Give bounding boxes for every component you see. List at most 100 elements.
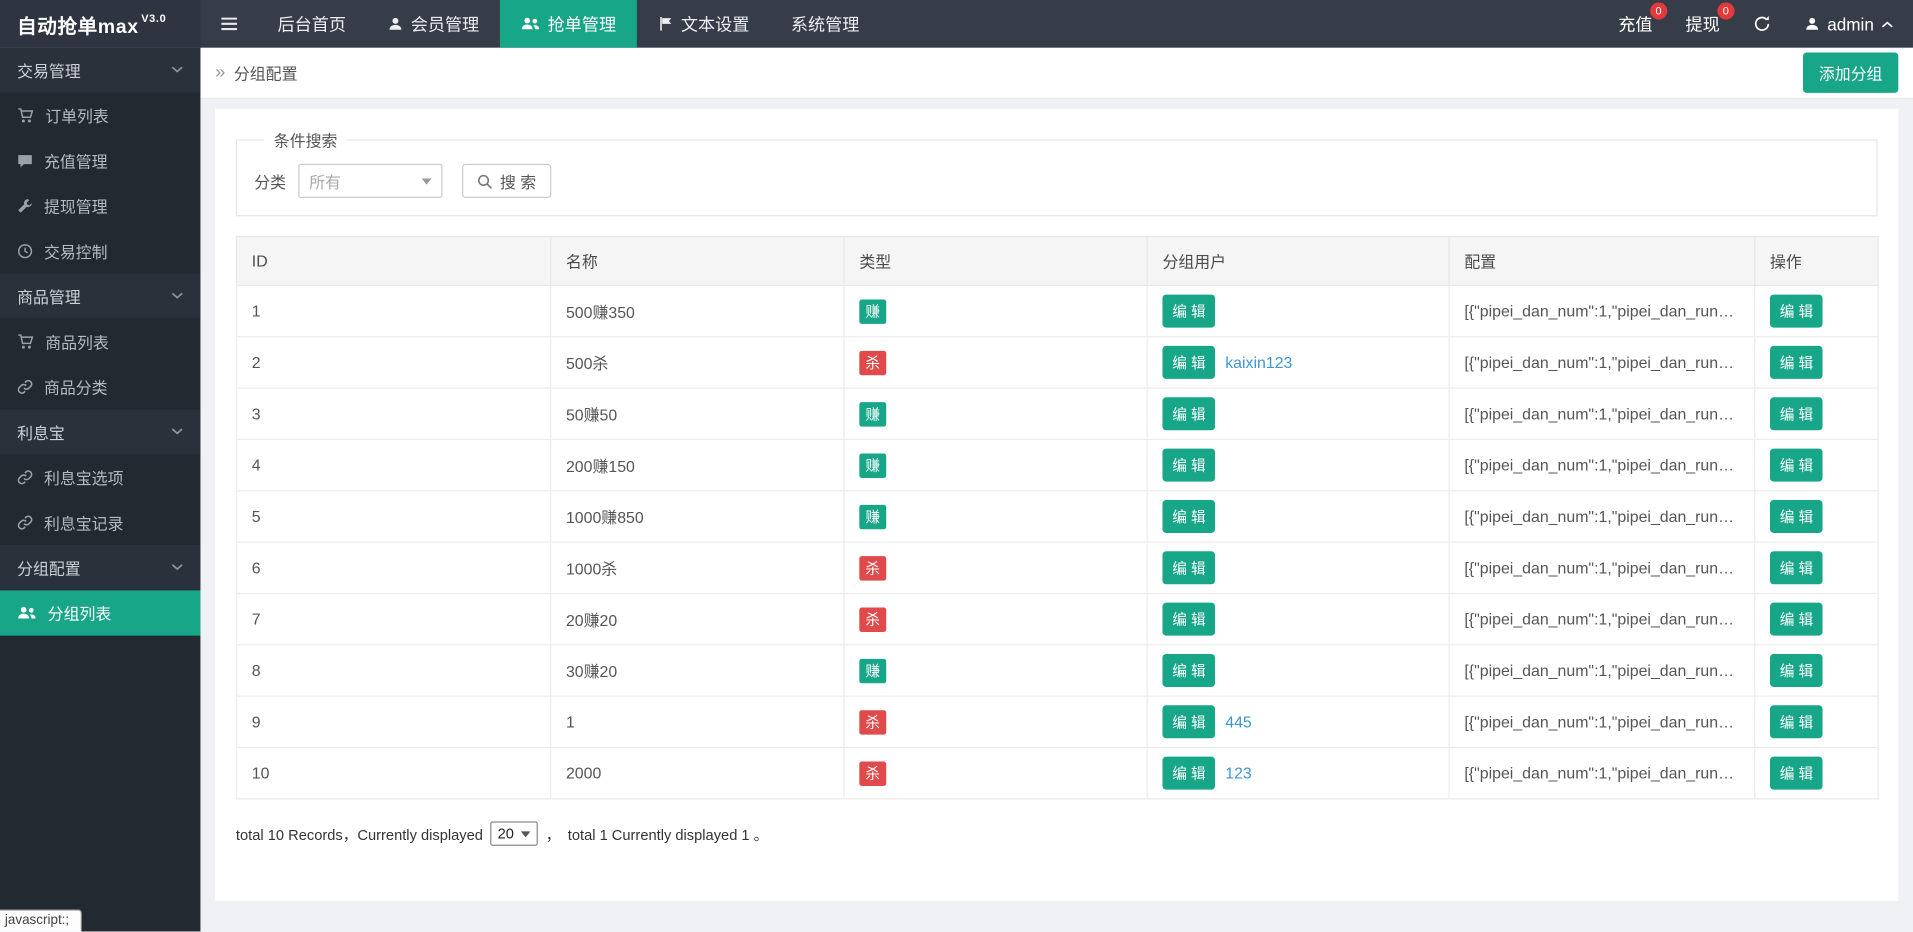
edit-group-users-button[interactable]: 编 辑 [1162,757,1215,790]
pagination-separator: ， [546,823,561,844]
sidebar-group-header[interactable]: 交易管理 [0,48,200,93]
edit-config-button[interactable]: 编 辑 [1770,654,1823,687]
cell-name: 50赚50 [551,388,844,439]
sidebar-group-header[interactable]: 利息宝 [0,409,200,454]
page-size-value: 20 [498,825,514,842]
column-header: 操作 [1755,237,1878,286]
sidebar-item[interactable]: 提现管理 [0,183,200,228]
edit-group-users-button[interactable]: 编 辑 [1162,449,1215,482]
top-nav-item[interactable]: 抢单管理 [500,0,637,48]
edit-group-users-button[interactable]: 编 辑 [1162,397,1215,430]
sidebar-item[interactable]: 商品分类 [0,364,200,409]
sidebar-item[interactable]: 分组列表 [0,590,200,635]
group-user-link[interactable]: 445 [1225,713,1252,731]
cell-id: 4 [237,439,551,490]
type-badge: 杀 [859,607,886,631]
cell-config: [{"pipei_dan_num":1,"pipei_dan_run":"50"… [1449,696,1755,747]
sidebar-item[interactable]: 商品列表 [0,319,200,364]
app-version: V3.0 [141,12,166,24]
cell-group-users: 编 辑 [1147,542,1449,593]
edit-config-button[interactable]: 编 辑 [1770,295,1823,328]
category-select[interactable]: 所有 [298,164,442,198]
cell-config: [{"pipei_dan_num":1,"pipei_dan_run":"","… [1449,645,1755,696]
admin-menu[interactable]: admin [1804,14,1893,34]
menu-toggle-button[interactable] [200,0,256,48]
edit-group-users-button[interactable]: 编 辑 [1162,500,1215,533]
cell-group-users: 编 辑 123 [1147,747,1449,798]
sidebar-group-header[interactable]: 商品管理 [0,274,200,319]
type-badge: 杀 [859,556,886,580]
add-group-button[interactable]: 添加分组 [1803,53,1898,93]
group-user-link[interactable]: kaixin123 [1225,353,1292,371]
recharge-badge: 0 [1650,2,1667,19]
edit-config-button[interactable]: 编 辑 [1770,603,1823,636]
top-nav-item[interactable]: 文本设置 [637,0,770,48]
chevron-down-icon [171,564,183,571]
sidebar-item[interactable]: 利息宝记录 [0,500,200,545]
sidebar-item[interactable]: 交易控制 [0,229,200,274]
search-button[interactable]: 搜 索 [462,164,551,198]
control-icon [17,243,33,259]
edit-group-users-button[interactable]: 编 辑 [1162,654,1215,687]
sidebar-menu: 交易管理订单列表充值管理提现管理交易控制商品管理商品列表商品分类利息宝利息宝选项… [0,48,200,636]
wrench-icon [17,198,33,214]
category-label: 分类 [254,169,286,192]
cell-type: 杀 [844,696,1147,747]
cell-group-users: 编 辑 445 [1147,696,1449,747]
top-nav-label: 会员管理 [411,12,479,36]
recharge-button[interactable]: 充值 0 [1618,12,1652,36]
cell-config: [{"pipei_dan_num":1,"pipei_dan_run":"","… [1449,542,1755,593]
refresh-button[interactable] [1753,15,1771,33]
sidebar-item-label: 提现管理 [44,194,108,217]
edit-config-button[interactable]: 编 辑 [1770,346,1823,379]
chevron-down-icon [171,292,183,299]
edit-config-button[interactable]: 编 辑 [1770,500,1823,533]
top-nav-item[interactable]: 系统管理 [770,0,880,48]
table-header-row: ID名称类型分组用户配置操作 [237,237,1879,286]
edit-group-users-button[interactable]: 编 辑 [1162,295,1215,328]
sidebar-group-header[interactable]: 分组配置 [0,545,200,590]
page-size-select[interactable]: 20 [490,821,538,845]
top-nav-label: 后台首页 [277,12,345,36]
top-nav-item[interactable]: 会员管理 [367,0,500,48]
sidebar-item-label: 商品列表 [45,330,109,353]
edit-group-users-button[interactable]: 编 辑 [1162,551,1215,584]
cell-actions: 编 辑 [1755,593,1878,644]
group-user-link[interactable]: 123 [1225,764,1252,782]
cell-type: 杀 [844,747,1147,798]
page-title: 分组配置 [234,61,298,84]
sidebar-item[interactable]: 利息宝选项 [0,455,200,500]
cell-config: [{"pipei_dan_num":1,"pipei_dan_run":"6",… [1449,388,1755,439]
sidebar-item[interactable]: 充值管理 [0,138,200,183]
edit-group-users-button[interactable]: 编 辑 [1162,705,1215,738]
link-icon [17,515,33,531]
sidebar-item-label: 交易控制 [44,240,108,263]
top-nav-label: 系统管理 [791,12,859,36]
withdraw-button[interactable]: 提现 0 [1685,12,1719,36]
sidebar-item-label: 商品分类 [44,375,108,398]
cell-type: 杀 [844,542,1147,593]
cell-type: 赚 [844,439,1147,490]
edit-group-users-button[interactable]: 编 辑 [1162,603,1215,636]
edit-config-button[interactable]: 编 辑 [1770,397,1823,430]
top-nav-item[interactable]: 后台首页 [257,0,367,48]
edit-config-button[interactable]: 编 辑 [1770,449,1823,482]
recharge-label: 充值 [1618,14,1652,34]
breadcrumb-icon: » [215,62,225,83]
topbar-right: 充值 0 提现 0 admin [1618,0,1913,48]
cell-config: [{"pipei_dan_num":1,"pipei_dan_run":"15"… [1449,439,1755,490]
edit-config-button[interactable]: 编 辑 [1770,705,1823,738]
main-area: » 分组配置 添加分组 条件搜索 分类 所有 搜 索 [200,48,1913,932]
cell-name: 30赚20 [551,645,844,696]
cell-id: 5 [237,491,551,542]
cell-id: 9 [237,696,551,747]
sidebar-item[interactable]: 订单列表 [0,93,200,138]
sidebar-item-label: 商品管理 [17,284,81,307]
comment-icon [17,153,33,168]
cell-type: 赚 [844,645,1147,696]
edit-config-button[interactable]: 编 辑 [1770,551,1823,584]
sidebar-item-label: 交易管理 [17,58,81,81]
edit-group-users-button[interactable]: 编 辑 [1162,346,1215,379]
search-row: 分类 所有 搜 索 [254,164,1859,198]
edit-config-button[interactable]: 编 辑 [1770,757,1823,790]
